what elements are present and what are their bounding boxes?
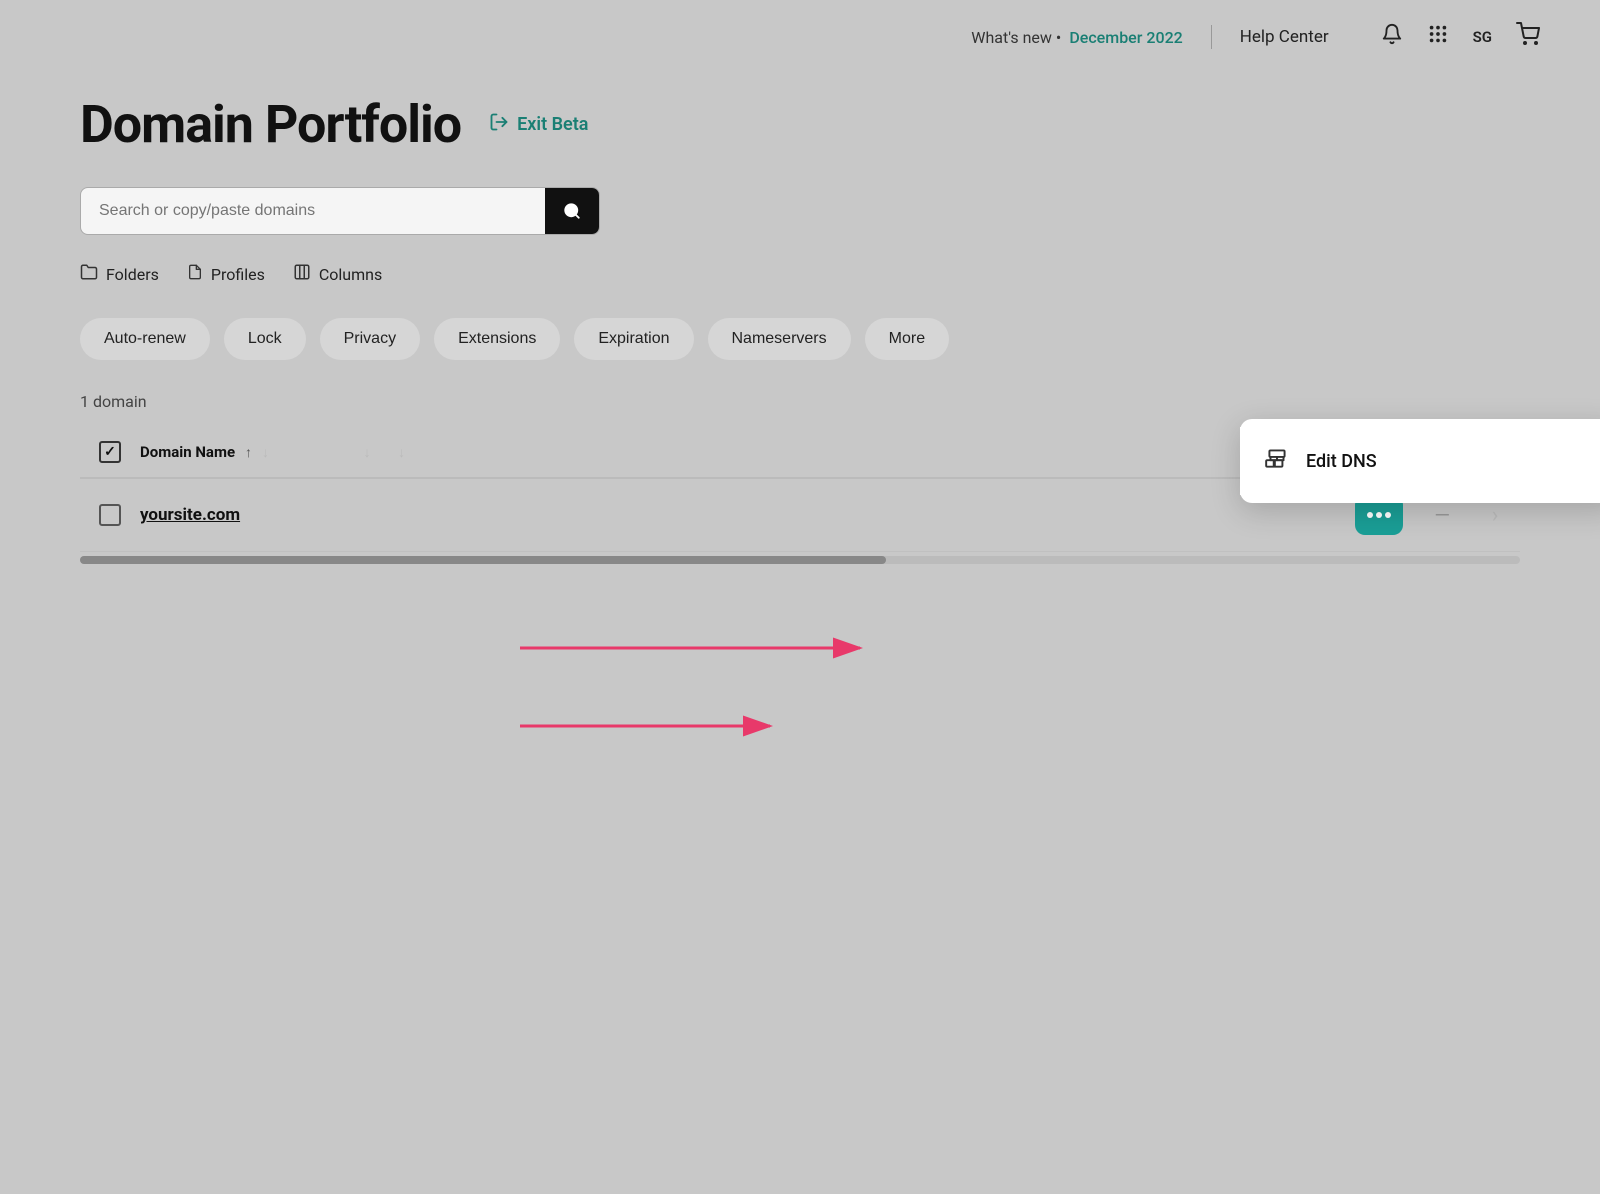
col-sort-2: ↓ — [398, 444, 405, 461]
search-row — [80, 187, 1520, 235]
search-input[interactable] — [81, 188, 545, 234]
filter-pills: Auto-renew Lock Privacy Extensions Expir… — [80, 318, 1520, 360]
pill-more[interactable]: More — [865, 318, 949, 360]
scrollbar-thumb — [80, 556, 886, 564]
sort-up-icon[interactable]: ↑ — [245, 444, 252, 461]
search-container — [80, 187, 600, 235]
dns-icon — [1264, 445, 1290, 477]
domain-name-cell: yoursite.com — [140, 505, 795, 525]
pill-lock[interactable]: Lock — [224, 318, 306, 360]
domain-table: Domain Name ↑ ↓ ↓ ↓ yoursite.com — [80, 427, 1520, 564]
row-checkbox-col — [80, 504, 140, 526]
nav-icons: SG — [1381, 22, 1540, 52]
horizontal-scrollbar[interactable] — [80, 556, 1520, 564]
pill-nameservers[interactable]: Nameservers — [708, 318, 851, 360]
dot-1 — [1367, 512, 1373, 518]
dash-cell: — — [1434, 503, 1450, 527]
row-expand-icon[interactable]: › — [1492, 503, 1499, 528]
sort-down-icon: ↓ — [262, 444, 269, 461]
folders-button[interactable]: Folders — [80, 263, 159, 286]
page-title: Domain Portfolio — [80, 94, 461, 155]
cart-icon[interactable] — [1516, 22, 1540, 52]
profiles-icon — [187, 263, 203, 286]
pill-privacy[interactable]: Privacy — [320, 318, 420, 360]
apps-icon[interactable] — [1427, 23, 1449, 51]
domain-count: 1 domain — [80, 392, 1520, 411]
toolbar: Folders Profiles Columns — [80, 263, 1520, 286]
dot-2 — [1376, 512, 1382, 518]
header-checkbox-col — [80, 441, 140, 463]
top-nav: What's new • December 2022 Help Center S… — [0, 0, 1600, 74]
pill-extensions[interactable]: Extensions — [434, 318, 560, 360]
edit-dns-menu-item[interactable]: Edit DNS — [1240, 427, 1600, 495]
folder-icon — [80, 263, 98, 286]
annotation-arrow-2 — [520, 706, 820, 746]
row-checkbox[interactable] — [99, 504, 121, 526]
whats-new-label: What's new • — [971, 28, 1061, 47]
profiles-label: Profiles — [211, 265, 265, 284]
columns-icon — [293, 263, 311, 286]
help-center-link[interactable]: Help Center — [1240, 27, 1329, 47]
page-title-row: Domain Portfolio Exit Beta — [80, 94, 1520, 155]
table-row: yoursite.com — — [80, 479, 1520, 552]
columns-label: Columns — [319, 265, 382, 284]
exit-beta-label: Exit Beta — [517, 114, 588, 135]
search-button[interactable] — [545, 188, 599, 234]
exit-icon — [489, 112, 509, 137]
user-avatar[interactable]: SG — [1473, 28, 1492, 46]
folders-label: Folders — [106, 265, 159, 284]
pill-auto-renew[interactable]: Auto-renew — [80, 318, 210, 360]
popup-menu: Edit DNS — [1240, 419, 1600, 503]
domain-link[interactable]: yoursite.com — [140, 505, 240, 525]
whats-new-link[interactable]: December 2022 — [1069, 28, 1182, 47]
notification-icon[interactable] — [1381, 23, 1403, 51]
exit-beta-button[interactable]: Exit Beta — [489, 112, 588, 137]
select-all-checkbox[interactable] — [99, 441, 121, 463]
dot-3 — [1385, 512, 1391, 518]
pill-expiration[interactable]: Expiration — [574, 318, 693, 360]
whats-new-section: What's new • December 2022 — [971, 28, 1183, 47]
annotation-arrow-1 — [520, 618, 920, 678]
domain-name-label: Domain Name — [140, 443, 235, 461]
col-sort-1: ↓ — [364, 444, 371, 461]
nav-separator — [1211, 25, 1212, 49]
edit-dns-label: Edit DNS — [1306, 451, 1377, 472]
main-content: Domain Portfolio Exit Beta — [0, 74, 1600, 604]
profiles-button[interactable]: Profiles — [187, 263, 265, 286]
columns-button[interactable]: Columns — [293, 263, 382, 286]
